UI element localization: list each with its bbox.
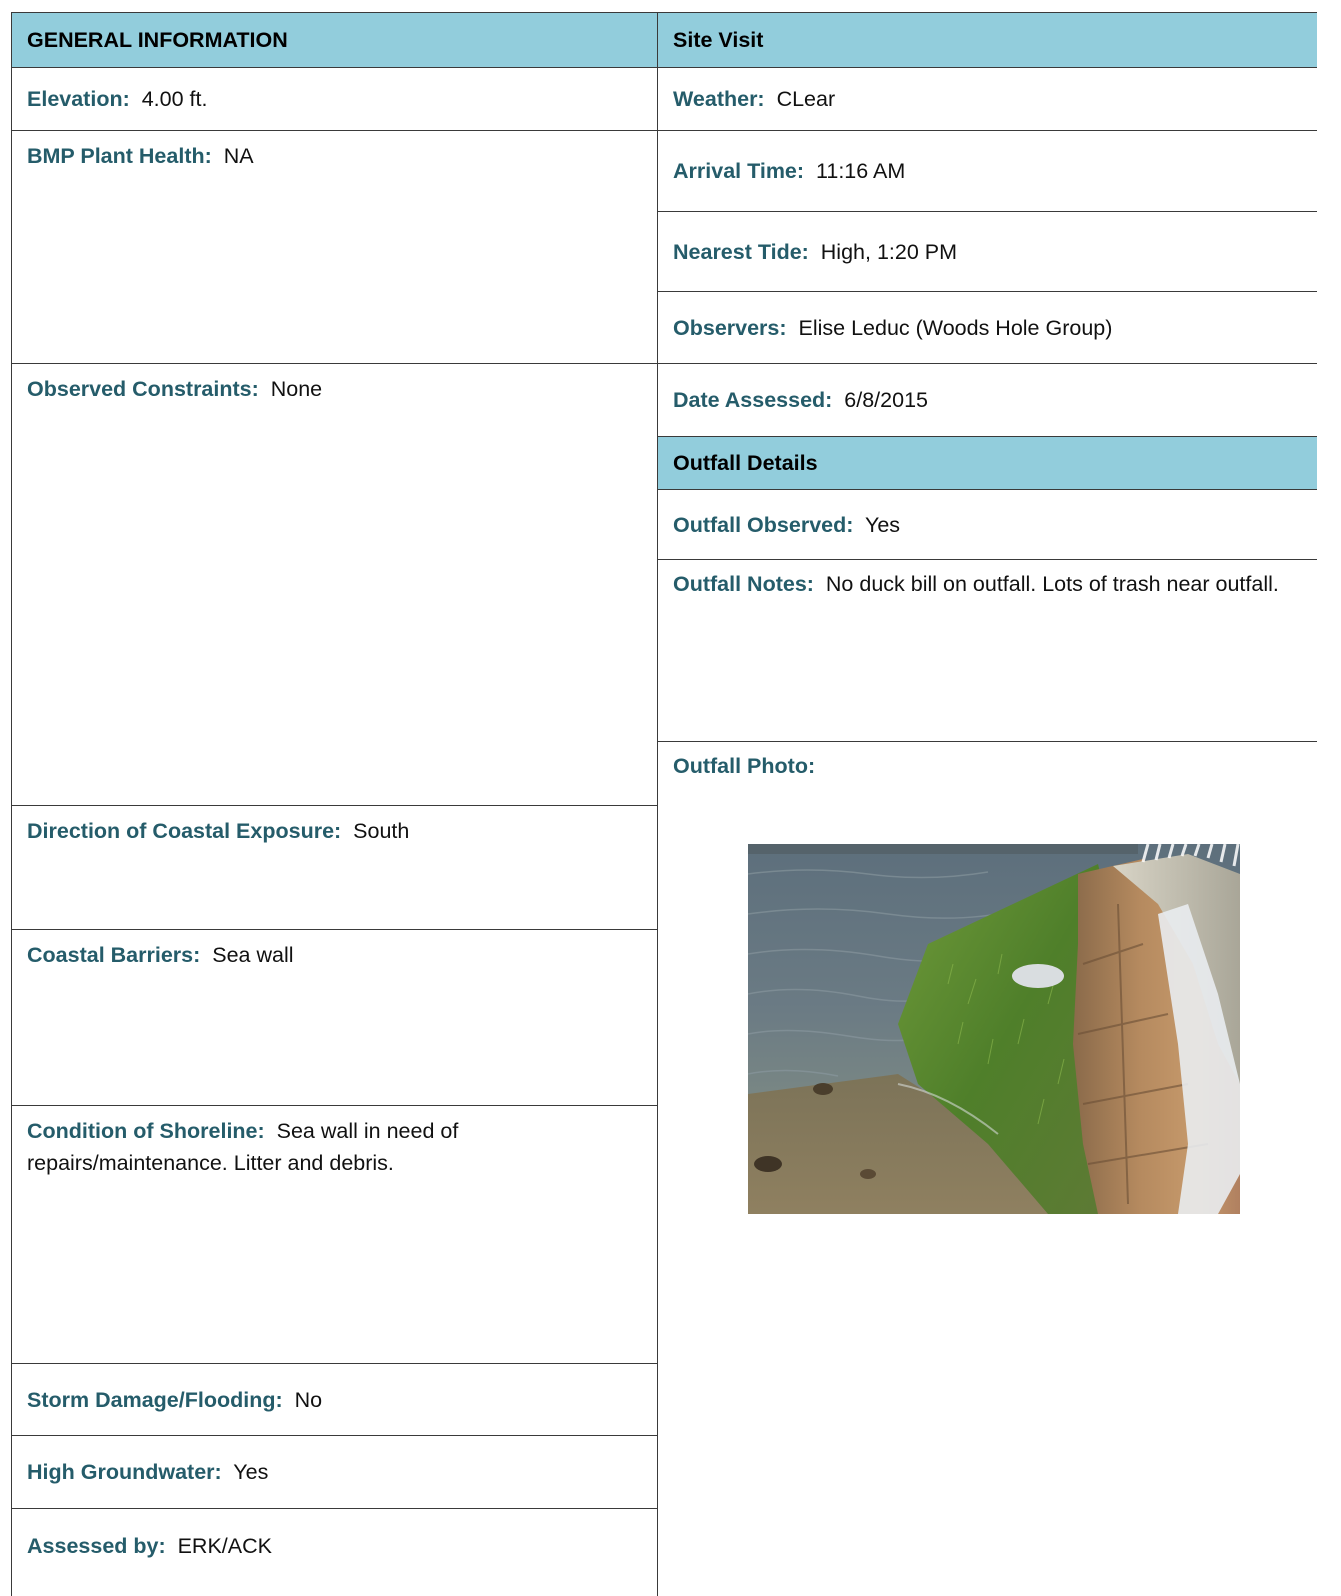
storm-damage-value: No [294, 1387, 323, 1412]
observed-constraints-label: Observed Constraints: [27, 377, 259, 401]
assessment-form: GENERAL INFORMATION Elevation: 4.00 ft. … [11, 12, 1317, 1596]
storm-damage-field: Storm Damage/Flooding: No [12, 1364, 657, 1436]
date-assessed-field: Date Assessed: 6/8/2015 [658, 364, 1317, 437]
observed-constraints-value: None [270, 377, 323, 401]
general-information-column: GENERAL INFORMATION Elevation: 4.00 ft. … [11, 12, 658, 1596]
site-visit-column: Site Visit Weather: CLear Arrival Time: … [658, 12, 1317, 1596]
coastal-exposure-value: South [353, 819, 410, 843]
elevation-label: Elevation: [27, 87, 130, 111]
elevation-value: 4.00 ft. [141, 87, 208, 111]
outfall-photo [748, 844, 1240, 1214]
assessed-by-label: Assessed by: [27, 1534, 166, 1558]
nearest-tide-value: High, 1:20 PM [820, 239, 958, 264]
weather-field: Weather: CLear [658, 68, 1317, 131]
arrival-time-label: Arrival Time: [673, 159, 805, 183]
general-information-title: GENERAL INFORMATION [27, 28, 288, 52]
plant-health-field: BMP Plant Health: NA [12, 131, 657, 364]
weather-label: Weather: [673, 87, 765, 111]
nearest-tide-field: Nearest Tide: High, 1:20 PM [658, 212, 1317, 292]
date-assessed-value: 6/8/2015 [844, 388, 928, 412]
groundwater-value: Yes [233, 1460, 269, 1484]
plant-health-value: NA [223, 144, 254, 168]
plant-health-label: BMP Plant Health: [27, 144, 212, 168]
observers-value: Elise Leduc (Woods Hole Group) [798, 315, 1113, 340]
coastal-exposure-label: Direction of Coastal Exposure: [27, 819, 342, 843]
outfall-observed-value: Yes [864, 512, 901, 537]
nearest-tide-label: Nearest Tide: [673, 239, 809, 264]
arrival-time-value: 11:16 AM [816, 159, 906, 183]
outfall-observed-field: Outfall Observed: Yes [658, 490, 1317, 560]
elevation-field: Elevation: 4.00 ft. [12, 68, 657, 131]
outfall-notes-field: Outfall Notes: No duck bill on outfall. … [658, 560, 1317, 742]
shoreline-condition-field: Condition of Shoreline: Sea wall in need… [12, 1106, 657, 1364]
groundwater-label: High Groundwater: [27, 1460, 222, 1484]
observers-label: Observers: [673, 315, 787, 340]
observed-constraints-field: Observed Constraints: None [12, 364, 657, 806]
outfall-notes-value: No duck bill on outfall. Lots of trash n… [825, 572, 1279, 596]
site-visit-header: Site Visit [658, 12, 1317, 68]
coastal-barriers-value: Sea wall [212, 943, 294, 967]
outfall-details-title: Outfall Details [673, 451, 818, 475]
storm-damage-label: Storm Damage/Flooding: [27, 1387, 283, 1412]
coastal-exposure-field: Direction of Coastal Exposure: South [12, 806, 657, 930]
weather-value: CLear [776, 87, 836, 111]
date-assessed-label: Date Assessed: [673, 388, 833, 412]
shoreline-condition-label: Condition of Shoreline: [27, 1119, 265, 1143]
groundwater-field: High Groundwater: Yes [12, 1436, 657, 1509]
outfall-details-header: Outfall Details [658, 437, 1317, 490]
outfall-photo-label: Outfall Photo: [673, 754, 816, 778]
outfall-observed-label: Outfall Observed: [673, 512, 854, 537]
general-information-header: GENERAL INFORMATION [12, 12, 657, 68]
assessed-by-field: Assessed by: ERK/ACK [12, 1509, 657, 1596]
coastal-barriers-label: Coastal Barriers: [27, 943, 201, 967]
site-visit-title: Site Visit [673, 28, 764, 52]
observers-field: Observers: Elise Leduc (Woods Hole Group… [658, 292, 1317, 364]
coastal-barriers-field: Coastal Barriers: Sea wall [12, 930, 657, 1106]
assessed-by-value: ERK/ACK [177, 1534, 272, 1558]
arrival-time-field: Arrival Time: 11:16 AM [658, 131, 1317, 212]
outfall-notes-label: Outfall Notes: [673, 572, 814, 596]
